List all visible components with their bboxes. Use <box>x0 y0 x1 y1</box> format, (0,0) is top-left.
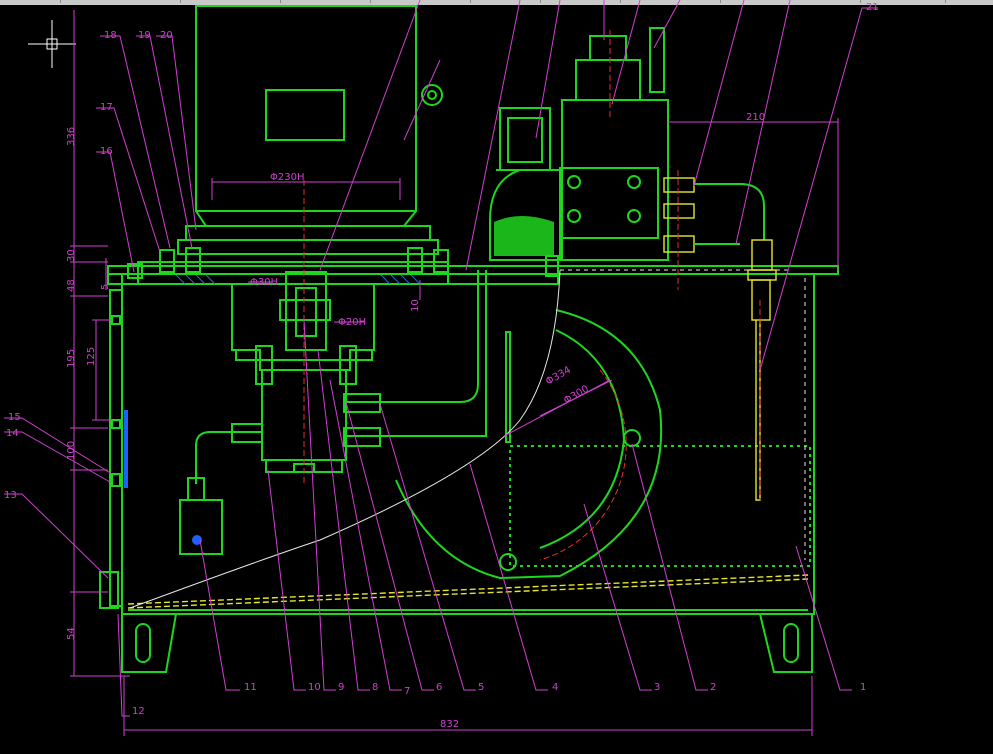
callout-13: 13 <box>4 490 17 501</box>
tank-feet <box>121 613 813 673</box>
cad-drawing[interactable]: 1 2 3 4 5 6 7 8 9 10 11 12 13 14 15 16 1… <box>0 0 993 754</box>
callout-17: 17 <box>100 102 113 113</box>
dim-336: 336 <box>66 127 77 146</box>
dim-100: 100 <box>66 441 77 460</box>
dim-832: 832 <box>440 719 459 730</box>
callout-21: 21 <box>866 2 879 13</box>
callout-5: 5 <box>478 682 484 693</box>
dim-300: Φ300 <box>562 384 591 407</box>
callout-4: 4 <box>552 682 558 693</box>
cooler-ring <box>395 309 811 580</box>
callout-2: 2 <box>710 682 716 693</box>
dim-5: 5 <box>100 284 111 290</box>
return-pipe <box>343 270 487 447</box>
callout-12: 12 <box>132 706 145 717</box>
callout-19: 19 <box>138 30 151 41</box>
dim-210: 210 <box>746 112 765 123</box>
callout-9: 9 <box>338 682 344 693</box>
callout-10: 10 <box>308 682 321 693</box>
callout-11: 11 <box>244 682 257 693</box>
dimension-lines <box>70 10 839 736</box>
hose-fittings <box>663 177 777 501</box>
valve-block <box>489 27 669 261</box>
callout-6: 6 <box>436 682 442 693</box>
dim-54: 54 <box>66 627 77 640</box>
callout-18: 18 <box>104 30 117 41</box>
callout-20: 20 <box>160 30 173 41</box>
leader-lines <box>4 0 878 717</box>
dim-10: 10 <box>410 299 421 312</box>
oil-tank <box>99 273 815 615</box>
dim-20: Φ20H <box>338 317 366 328</box>
tank-dashed <box>560 269 806 560</box>
callout-1: 1 <box>860 682 866 693</box>
callout-14: 14 <box>6 428 19 439</box>
callout-15: 15 <box>8 412 21 423</box>
dim-125: 125 <box>86 347 97 366</box>
callout-16: 16 <box>100 146 113 157</box>
callout-8: 8 <box>372 682 378 693</box>
callout-3: 3 <box>654 682 660 693</box>
dim-334: Φ334 <box>544 365 573 388</box>
callout-7: 7 <box>404 686 410 697</box>
dim-48: 48 <box>66 279 77 292</box>
dim-230: Φ230H <box>270 172 304 183</box>
dim-30v: 30 <box>66 249 77 262</box>
crosshair-cursor <box>28 20 76 68</box>
dim-30: Φ30H <box>250 277 278 288</box>
motor <box>177 5 443 255</box>
dim-195: 195 <box>66 349 77 368</box>
suction-filter <box>179 423 263 555</box>
